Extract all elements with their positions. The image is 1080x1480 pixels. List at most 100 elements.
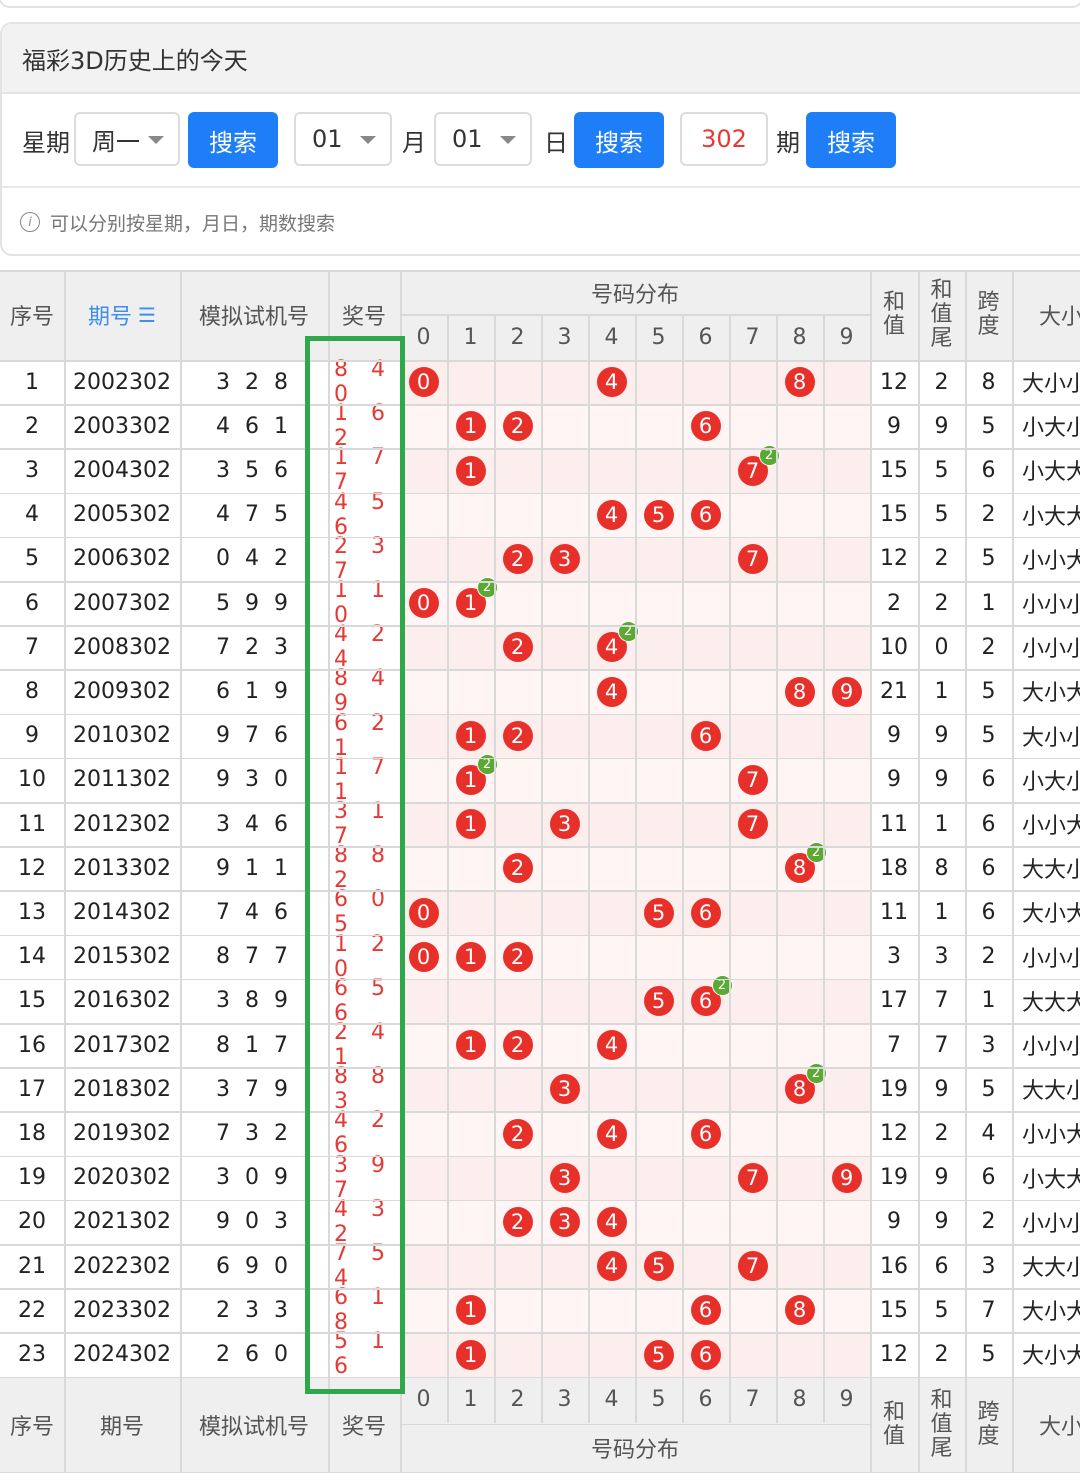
date-search-button[interactable]: 搜索 [574, 112, 664, 168]
row-sim-number: 3 0 9 [216, 1165, 292, 1191]
row-prize-number: 1 2 0 [334, 931, 393, 982]
row-seq: 21 [18, 1253, 46, 1279]
row-span: 3 [981, 1032, 996, 1058]
row-sim-number: 9 1 1 [216, 855, 292, 881]
digit-ball: 9 [831, 676, 862, 707]
header-span: 跨度 [977, 1399, 1000, 1449]
digit-ball: 2 [502, 543, 533, 574]
row-sim-number: 9 0 3 [216, 1209, 292, 1235]
row-sum: 9 [887, 723, 901, 749]
digit-ball: 2 [502, 1206, 533, 1237]
row-seq: 9 [25, 723, 39, 749]
grid-line [0, 1111, 1080, 1113]
digit-ball: 4 [596, 1118, 627, 1149]
row-sum: 9 [887, 767, 901, 793]
grid-line [0, 492, 1080, 495]
issue-search-button[interactable]: 搜索 [806, 112, 896, 168]
grid-line [328, 270, 330, 1473]
digit-ball: 2 [502, 941, 533, 972]
row-span: 8 [981, 369, 996, 395]
row-issue: 2022302 [73, 1253, 171, 1279]
row-prize-number: 1 1 0 [334, 578, 393, 629]
grid-line [0, 1288, 1080, 1290]
grid-line [1012, 270, 1014, 1473]
row-issue: 2006302 [73, 546, 171, 572]
header-digit: 0 [416, 1387, 431, 1413]
weekday-select[interactable]: 周一 [74, 112, 180, 166]
row-seq: 1 [25, 369, 39, 395]
grid-line [0, 802, 1080, 804]
row-prize-number: 1 7 7 [334, 445, 393, 496]
digit-ball: 4 [596, 1030, 627, 1061]
row-sum-tail: 3 [934, 944, 949, 970]
grid-line [0, 978, 1080, 981]
header-sum: 和值 [882, 290, 905, 339]
digit-ball: 1 [455, 455, 486, 486]
row-sim-number: 5 9 9 [216, 590, 292, 616]
digit-ball: 1 [455, 1030, 486, 1061]
sort-icon[interactable]: ☰ [138, 303, 156, 327]
row-issue: 2010302 [73, 723, 171, 749]
row-prize-number: 4 3 2 [334, 1196, 393, 1247]
row-sum: 2 [887, 590, 901, 616]
row-sim-number: 3 8 9 [216, 988, 292, 1014]
digit-ball: 3 [549, 1206, 580, 1237]
day-select[interactable]: 01 [434, 112, 532, 166]
digit-ball: 4 [596, 1206, 627, 1237]
row-sim-number: 3 2 8 [216, 369, 292, 395]
row-prize-number: 3 1 7 [334, 799, 393, 850]
row-sum: 16 [880, 1253, 908, 1279]
grid-line [0, 713, 1080, 716]
digit-ball: 2 [502, 632, 533, 663]
month-label: 月 [402, 128, 426, 157]
issue-input[interactable]: 302 [680, 112, 768, 166]
row-sim-number: 2 3 3 [216, 1297, 292, 1323]
header-digit: 9 [839, 324, 854, 350]
row-seq: 14 [18, 944, 46, 970]
digit-ball: 0 [408, 588, 439, 619]
grid-line [0, 404, 1080, 406]
row-sum-tail: 5 [934, 1297, 949, 1323]
grid-line [0, 934, 1080, 937]
row-sim-number: 4 6 1 [216, 413, 292, 439]
row-sim-number: 8 1 7 [216, 1032, 292, 1058]
weekday-search-button[interactable]: 搜索 [188, 112, 278, 168]
row-sum-tail: 2 [934, 1120, 949, 1146]
row-size-pattern: 小小小 [1022, 946, 1080, 972]
digit-ball: 0 [408, 941, 439, 972]
row-seq: 8 [25, 678, 39, 704]
grid-line [823, 314, 825, 1423]
row-sum-tail: 2 [934, 590, 949, 616]
header-issue[interactable]: 期号 ☰ [64, 270, 180, 360]
grid-line [0, 1332, 1080, 1334]
row-size-pattern: 大小小 [1022, 372, 1080, 398]
grid-line [64, 270, 66, 1473]
row-size-pattern: 小大大 [1022, 504, 1080, 530]
row-size-pattern: 大小大 [1022, 902, 1080, 928]
grid-line [965, 270, 967, 1473]
digit-ball: 9 [831, 1162, 862, 1193]
header-issue[interactable]: 期号 [64, 1377, 180, 1473]
row-span: 6 [981, 767, 996, 793]
row-size-pattern: 大大小 [1022, 858, 1080, 884]
month-select[interactable]: 01 [294, 112, 392, 166]
info-icon: i [20, 212, 40, 232]
grid-line [0, 669, 1080, 671]
grid-line [0, 1067, 1080, 1069]
row-prize-number: 6 0 5 [334, 887, 393, 938]
row-size-pattern: 小小小 [1022, 1035, 1080, 1061]
row-sum-tail: 5 [934, 502, 949, 528]
digit-ball: 3 [549, 1162, 580, 1193]
row-issue: 2004302 [73, 457, 171, 483]
row-seq: 2 [25, 413, 39, 439]
row-sum: 18 [880, 855, 908, 881]
row-issue: 2018302 [73, 1076, 171, 1102]
digit-ball: 4 [596, 676, 627, 707]
header-digit: 7 [745, 324, 760, 350]
row-issue: 2021302 [73, 1209, 171, 1235]
row-prize-number: 1 6 2 [334, 401, 393, 452]
digit-ball: 3 [549, 809, 580, 840]
grid-line [0, 1244, 1080, 1246]
header-digit: 0 [416, 324, 431, 350]
digit-ball: 1 [455, 720, 486, 751]
